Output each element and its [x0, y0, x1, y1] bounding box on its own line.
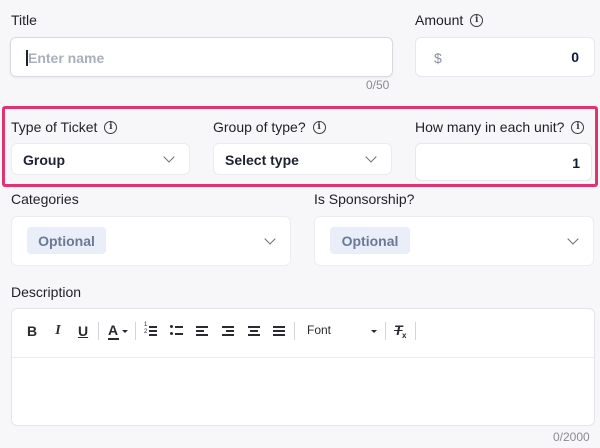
bold-button[interactable]: B — [24, 322, 40, 340]
amount-label: Amount i — [415, 12, 484, 28]
categories-label: Categories — [11, 191, 79, 207]
sponsorship-label-text: Is Sponsorship? — [314, 191, 415, 207]
info-icon[interactable]: i — [470, 13, 484, 27]
toolbar-separator — [135, 322, 136, 340]
toolbar-separator — [385, 322, 386, 340]
list-line — [149, 326, 157, 328]
font-select[interactable]: Font — [303, 322, 379, 340]
group-type-label-text: Group of type? — [213, 119, 306, 135]
group-type-value: Select type — [225, 152, 299, 168]
title-input[interactable]: Enter name — [10, 37, 393, 77]
text-color-icon: A — [108, 322, 119, 338]
info-icon[interactable]: i — [312, 120, 326, 134]
align-right-icon[interactable] — [222, 326, 234, 338]
title-char-counter: 0/50 — [366, 78, 390, 92]
currency-symbol: $ — [434, 50, 442, 66]
amount-label-text: Amount — [415, 12, 464, 28]
unit-count-label-text: How many in each unit? — [415, 119, 565, 135]
group-type-label: Group of type? i — [213, 119, 326, 135]
description-label: Description — [11, 284, 81, 300]
optional-chip: Optional — [330, 227, 410, 254]
toolbar-separator — [415, 322, 416, 340]
italic-button[interactable]: I — [50, 322, 66, 340]
font-select-label: Font — [307, 323, 332, 337]
list-line — [149, 330, 157, 332]
align-left-icon[interactable] — [196, 326, 208, 338]
title-label-text: Title — [11, 12, 37, 28]
caret-down-icon — [122, 330, 128, 333]
amount-value: 0 — [571, 49, 579, 65]
group-type-select[interactable]: Select type — [213, 143, 392, 175]
sponsorship-select[interactable]: Optional — [314, 216, 594, 266]
ticket-type-select[interactable]: Group — [11, 143, 190, 175]
chevron-down-icon — [567, 233, 579, 245]
number-markers: 12 — [144, 322, 148, 335]
unit-count-input[interactable]: 1 — [415, 143, 592, 181]
title-label: Title — [11, 12, 37, 28]
bullet-list-icon[interactable] — [170, 324, 184, 338]
title-placeholder: Enter name — [28, 50, 105, 66]
underline-button[interactable]: U — [75, 322, 91, 340]
info-icon[interactable]: i — [571, 120, 585, 134]
clear-format-icon[interactable]: T x — [393, 322, 409, 340]
bullet-dot — [170, 325, 173, 328]
categories-select[interactable]: Optional — [11, 216, 291, 266]
categories-label-text: Categories — [11, 191, 79, 207]
align-justify-icon[interactable] — [273, 326, 285, 338]
ticket-type-label: Type of Ticket i — [11, 119, 118, 135]
list-line — [175, 333, 183, 335]
description-label-text: Description — [11, 284, 82, 300]
amount-input[interactable]: $ 0 — [415, 37, 595, 77]
chevron-down-icon — [365, 151, 377, 163]
ticket-type-value: Group — [23, 152, 65, 168]
info-icon[interactable]: i — [104, 120, 118, 134]
description-char-counter: 0/2000 — [553, 430, 590, 444]
chevron-down-icon — [163, 151, 175, 163]
bullet-dot — [170, 332, 173, 335]
clear-format-x: x — [402, 331, 407, 340]
text-color-button[interactable]: A — [106, 322, 130, 340]
optional-chip: Optional — [27, 227, 106, 254]
list-line — [149, 334, 157, 336]
caret-down-icon — [371, 330, 377, 333]
toolbar-separator — [294, 322, 295, 340]
color-swatch-bar — [108, 338, 119, 340]
unit-count-value: 1 — [572, 155, 580, 171]
unit-count-label: How many in each unit? i — [415, 119, 585, 135]
ordered-list-icon[interactable]: 12 — [144, 322, 158, 338]
toolbar-separator — [98, 322, 99, 340]
sponsorship-label: Is Sponsorship? — [314, 191, 414, 207]
toolbar-divider — [12, 357, 594, 358]
list-line — [175, 326, 183, 328]
align-center-icon[interactable] — [248, 326, 260, 338]
ticket-type-label-text: Type of Ticket — [11, 119, 98, 135]
chevron-down-icon — [264, 233, 276, 245]
